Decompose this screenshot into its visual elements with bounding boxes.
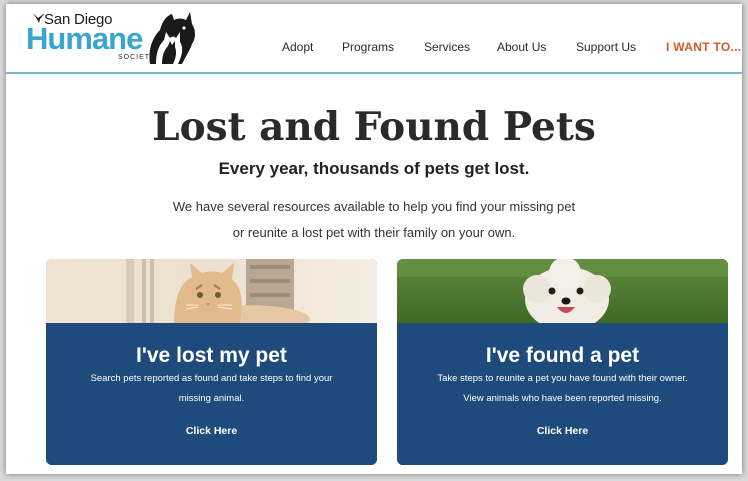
site-header: San Diego Humane SOCIETY Adopt Programs … bbox=[6, 4, 742, 74]
main-nav: Adopt Programs Services About Us Support… bbox=[6, 40, 742, 56]
nav-item-i-want-to[interactable]: I WANT TO... bbox=[666, 40, 741, 54]
site-logo[interactable]: San Diego Humane SOCIETY bbox=[26, 10, 196, 68]
found-pet-click-here-link[interactable]: Click Here bbox=[397, 425, 728, 437]
page-description-line-1: We have several resources available to h… bbox=[172, 199, 576, 214]
page-description-line-2: or reunite a lost pet with their family … bbox=[232, 225, 516, 240]
found-pet-card-text-line-1: Take steps to reunite a pet you have fou… bbox=[437, 373, 688, 384]
nav-item-services[interactable]: Services bbox=[424, 40, 470, 54]
page-title: Lost and Found Pets bbox=[152, 104, 596, 150]
found-pet-card-body: I've found a pet Take steps to reunite a… bbox=[397, 323, 728, 465]
dog-cat-silhouette-icon bbox=[149, 12, 195, 64]
lost-pet-card-title: I've lost my pet bbox=[136, 344, 287, 367]
nav-item-support-us[interactable]: Support Us bbox=[576, 40, 636, 54]
nav-item-about-us[interactable]: About Us bbox=[497, 40, 546, 54]
lost-pet-card[interactable]: I've lost my pet Search pets reported as… bbox=[46, 259, 377, 465]
lost-pet-card-text-line-1: Search pets reported as found and take s… bbox=[90, 373, 333, 384]
nav-item-adopt[interactable]: Adopt bbox=[282, 40, 313, 54]
found-pet-card-text-line-2: View animals who have been reported miss… bbox=[463, 393, 662, 404]
dog-photo bbox=[397, 259, 728, 323]
found-pet-card-title: I've found a pet bbox=[485, 344, 640, 367]
browser-viewport: San Diego Humane SOCIETY Adopt Programs … bbox=[6, 4, 742, 474]
page-subtitle: Every year, thousands of pets get lost. bbox=[218, 159, 530, 178]
found-pet-card[interactable]: I've found a pet Take steps to reunite a… bbox=[397, 259, 728, 465]
lost-pet-card-text-line-2: missing animal. bbox=[178, 393, 245, 404]
lost-pet-card-body: I've lost my pet Search pets reported as… bbox=[46, 323, 377, 465]
cat-photo bbox=[46, 259, 377, 323]
lost-pet-click-here-link[interactable]: Click Here bbox=[46, 425, 377, 437]
nav-item-programs[interactable]: Programs bbox=[342, 40, 394, 54]
